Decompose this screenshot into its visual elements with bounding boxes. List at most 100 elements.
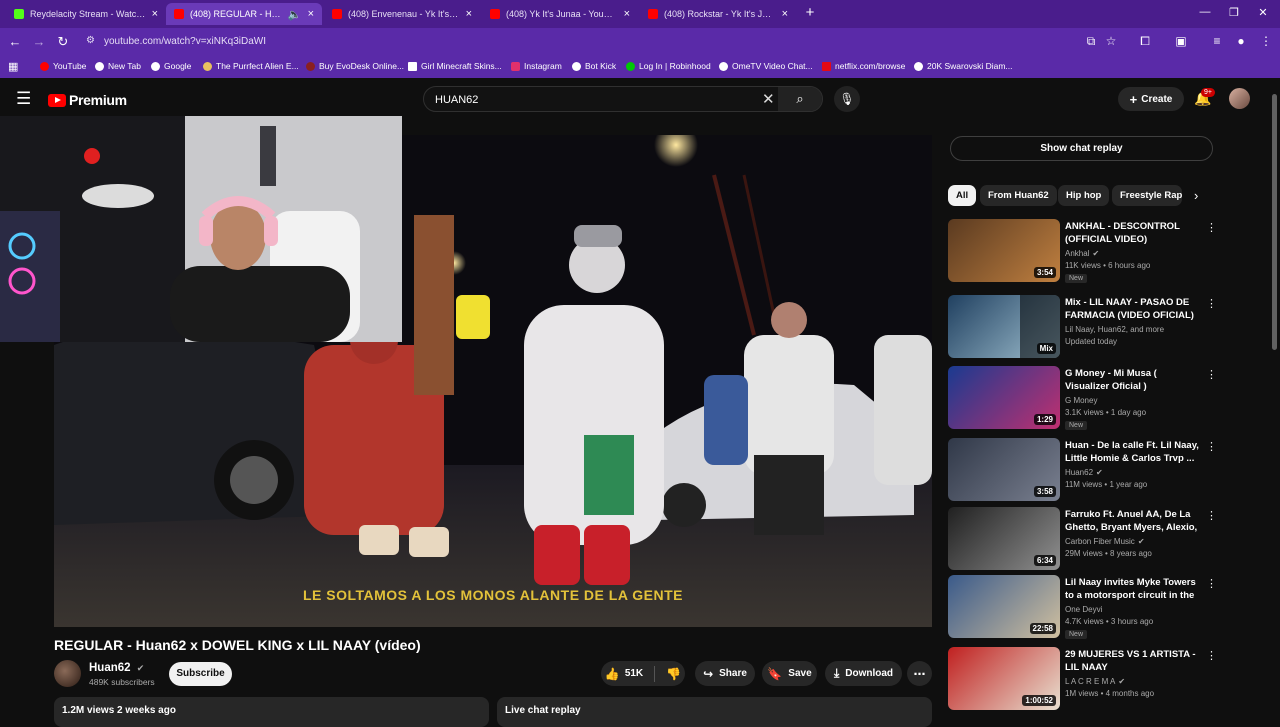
- more-vertical-icon[interactable]: ⋮: [1206, 297, 1217, 310]
- close-window-icon[interactable]: ✕: [1253, 6, 1273, 19]
- recommended-video[interactable]: 6:34 Farruko Ft. Anuel AA, De La Ghetto, …: [948, 507, 1218, 573]
- search-input[interactable]: HUAN62: [435, 94, 478, 106]
- browser-tab-1[interactable]: Reydelacity Stream - Watch Live ×: [6, 3, 166, 25]
- recommended-video[interactable]: 22:58 Lil Naay invites Myke Towers to a m…: [948, 575, 1218, 641]
- recommended-video[interactable]: 1:00:52 29 MUJERES VS 1 ARTISTA - LIL NAA…: [948, 647, 1218, 713]
- chip-all[interactable]: All: [948, 185, 977, 206]
- recommended-channel[interactable]: One Deyvi: [1065, 605, 1102, 614]
- more-vertical-icon[interactable]: ⋮: [1206, 368, 1217, 381]
- recommended-video-title[interactable]: 29 MUJERES VS 1 ARTISTA - LIL NAAY: [1065, 648, 1200, 674]
- channel-name[interactable]: Huan62 ✔: [89, 662, 144, 674]
- recommended-channel[interactable]: L A C R E M A ✔: [1065, 677, 1125, 686]
- url-field[interactable]: ⚙ youtube.com/watch?v=xiNKq3iDaWI: [80, 32, 1130, 52]
- like-button[interactable]: 👍 51K: [605, 667, 643, 681]
- bookmark-google[interactable]: Google: [151, 61, 191, 71]
- create-button[interactable]: + Create: [1118, 87, 1184, 111]
- video-thumbnail[interactable]: 6:34: [948, 507, 1060, 570]
- apps-icon[interactable]: ▦: [8, 60, 18, 73]
- recommended-video[interactable]: 3:58 Huan - De la calle Ft. Lil Naay, Lit…: [948, 438, 1218, 504]
- show-chat-replay-button[interactable]: Show chat replay: [950, 136, 1213, 161]
- video-thumbnail[interactable]: Mix: [948, 295, 1060, 358]
- close-tab-icon[interactable]: ×: [308, 8, 314, 20]
- forward-icon[interactable]: →: [30, 34, 48, 49]
- share-button[interactable]: ↪ Share: [695, 661, 755, 686]
- bookmark-star-icon[interactable]: ☆: [1102, 34, 1120, 48]
- more-vertical-icon[interactable]: ⋮: [1206, 649, 1217, 662]
- search-button[interactable]: ⌕: [778, 87, 822, 111]
- scrollbar-thumb[interactable]: [1272, 94, 1277, 350]
- recommended-video-title[interactable]: Lil Naay invites Myke Towers to a motors…: [1065, 576, 1200, 602]
- youtube-premium-logo[interactable]: Premium: [48, 92, 127, 108]
- save-button[interactable]: 🔖 Save: [762, 661, 817, 686]
- bookmark-new-tab[interactable]: New Tab: [95, 61, 141, 71]
- bookmark-purrfect-alien[interactable]: The Purrfect Alien E...: [203, 61, 299, 71]
- recommended-channel[interactable]: Ankhal ✔: [1065, 249, 1099, 258]
- speaker-icon[interactable]: 🔈: [288, 8, 302, 21]
- recommended-channel[interactable]: G Money: [1065, 396, 1097, 405]
- description-box[interactable]: 1.2M views 2 weeks ago: [54, 697, 489, 727]
- cast-icon[interactable]: ⧉: [1082, 34, 1100, 49]
- video-thumbnail[interactable]: 1:29: [948, 366, 1060, 429]
- profile-icon[interactable]: ●: [1232, 34, 1250, 48]
- chip-freestyle-rap[interactable]: Freestyle Rap: [1112, 185, 1182, 206]
- live-chat-replay-box[interactable]: Live chat replay: [497, 697, 932, 727]
- restore-icon[interactable]: ❐: [1224, 6, 1244, 19]
- more-actions-button[interactable]: ⋯: [907, 661, 932, 686]
- more-vertical-icon[interactable]: ⋮: [1206, 509, 1217, 522]
- minimize-icon[interactable]: —: [1195, 6, 1215, 18]
- video-thumbnail[interactable]: 3:54: [948, 219, 1060, 282]
- bookmark-evodesk[interactable]: Buy EvoDesk Online...: [306, 61, 404, 71]
- thumbs-down-icon[interactable]: 👎: [666, 667, 681, 681]
- bookmark-minecraft-skins[interactable]: Girl Minecraft Skins...: [408, 61, 502, 71]
- recommended-channel[interactable]: Huan62 ✔: [1065, 468, 1103, 477]
- back-icon[interactable]: ←: [6, 34, 24, 49]
- reload-icon[interactable]: ↻: [54, 34, 72, 50]
- extensions-icon[interactable]: ⧠: [1136, 34, 1154, 49]
- more-vertical-icon[interactable]: ⋮: [1206, 577, 1217, 590]
- video-thumbnail[interactable]: 3:58: [948, 438, 1060, 501]
- download-button[interactable]: ⤓ Download: [825, 661, 902, 686]
- browser-tab-5[interactable]: (408) Rockstar - Yk It's Junaa (Of ×: [640, 3, 796, 25]
- page-scrollbar[interactable]: [1270, 86, 1280, 720]
- video-thumbnail[interactable]: 22:58: [948, 575, 1060, 638]
- recommended-video-title[interactable]: Farruko Ft. Anuel AA, De La Ghetto, Brya…: [1065, 508, 1200, 534]
- clear-search-icon[interactable]: ✕: [762, 90, 775, 108]
- browser-tab-4[interactable]: (408) Yk It's Junaa - YouTube ×: [482, 3, 638, 25]
- recommended-video-title[interactable]: Mix - LIL NAAY - PASAO DE FARMACIA (VIDE…: [1065, 296, 1200, 322]
- media-icon[interactable]: ≡: [1208, 34, 1226, 48]
- recommended-video-title[interactable]: G Money - Mi Musa ( Visualizer Oficial ): [1065, 367, 1200, 393]
- menu-icon[interactable]: ⋮: [1257, 34, 1275, 48]
- bookmark-robinhood[interactable]: Log In | Robinhood: [626, 61, 711, 71]
- subscribe-button[interactable]: Subscribe: [169, 662, 232, 686]
- browser-tab-2[interactable]: (408) REGULAR - Huan62 x DOWEL KING 🔈 ×: [166, 3, 322, 25]
- browser-tab-3[interactable]: (408) Envenenau - Yk It's Junaa ×: [324, 3, 480, 25]
- chevron-right-icon[interactable]: ›: [1194, 188, 1198, 203]
- bookmark-netflix[interactable]: netflix.com/browse: [822, 61, 905, 71]
- bookmark-instagram[interactable]: Instagram: [511, 61, 562, 71]
- more-vertical-icon[interactable]: ⋮: [1206, 440, 1217, 453]
- close-tab-icon[interactable]: ×: [466, 8, 472, 20]
- search-box[interactable]: HUAN62 ✕ ⌕: [423, 86, 823, 112]
- bookmark-ometv[interactable]: OmeTV Video Chat...: [719, 61, 813, 71]
- hamburger-menu-icon[interactable]: ☰: [16, 89, 31, 109]
- recommended-channel[interactable]: Carbon Fiber Music ✔: [1065, 537, 1145, 546]
- site-info-icon[interactable]: ⚙: [86, 35, 95, 46]
- recommended-video[interactable]: Mix Mix - LIL NAAY - PASAO DE FARMACIA (V…: [948, 295, 1218, 361]
- close-tab-icon[interactable]: ×: [152, 8, 158, 20]
- recommended-video-title[interactable]: Huan - De la calle Ft. Lil Naay, Little …: [1065, 439, 1200, 465]
- chip-from-huan62[interactable]: From Huan62: [980, 185, 1057, 206]
- bookmark-bot-kick[interactable]: Bot Kick: [572, 61, 616, 71]
- close-tab-icon[interactable]: ×: [782, 8, 788, 20]
- recommended-video-title[interactable]: ANKHAL - DESCONTROL (OFFICIAL VIDEO): [1065, 220, 1200, 246]
- more-vertical-icon[interactable]: ⋮: [1206, 221, 1217, 234]
- video-thumbnail[interactable]: 1:00:52: [948, 647, 1060, 710]
- bookmark-swarovski[interactable]: 20K Swarovski Diam...: [914, 61, 1013, 71]
- channel-avatar[interactable]: [54, 660, 81, 687]
- split-view-icon[interactable]: ▣: [1172, 34, 1190, 48]
- account-avatar[interactable]: [1229, 88, 1250, 109]
- close-tab-icon[interactable]: ×: [624, 8, 630, 20]
- recommended-channel[interactable]: Lil Naay, Huan62, and more: [1065, 325, 1164, 334]
- chip-hip-hop[interactable]: Hip hop: [1058, 185, 1110, 206]
- recommended-video[interactable]: 3:54 ANKHAL - DESCONTROL (OFFICIAL VIDEO)…: [948, 219, 1218, 285]
- recommended-video[interactable]: 1:29 G Money - Mi Musa ( Visualizer Ofici…: [948, 366, 1218, 432]
